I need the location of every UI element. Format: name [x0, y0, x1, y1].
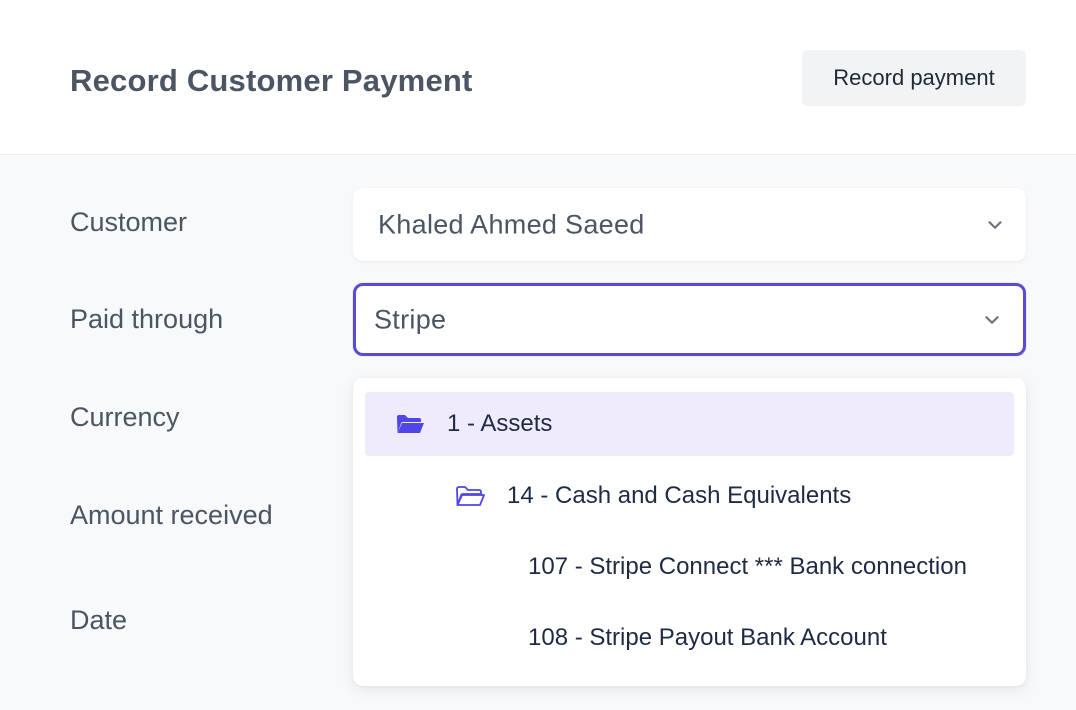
header: Record Customer Payment Record payment	[0, 0, 1076, 155]
dropdown-option-label: 107 - Stripe Connect *** Bank connection	[528, 553, 967, 580]
dropdown-option-assets[interactable]: 1 - Assets	[365, 392, 1014, 456]
record-payment-card: Record Customer Payment Record payment C…	[0, 0, 1076, 710]
chevron-down-icon	[988, 220, 1002, 229]
paid-through-select[interactable]: Stripe	[353, 283, 1026, 356]
customer-label: Customer	[70, 207, 188, 237]
amount-received-label: Amount received	[70, 500, 273, 530]
dropdown-option-label: 108 - Stripe Payout Bank Account	[528, 624, 887, 651]
dropdown-option-label: 14 - Cash and Cash Equivalents	[507, 482, 852, 509]
record-payment-button[interactable]: Record payment	[802, 50, 1026, 106]
paid-through-dropdown: 1 - Assets 14 - Cash and Cash Equivalent…	[353, 378, 1026, 686]
page-title: Record Customer Payment	[70, 63, 473, 98]
currency-label: Currency	[70, 402, 180, 432]
dropdown-option-stripe-connect[interactable]: 107 - Stripe Connect *** Bank connection	[528, 535, 967, 599]
customer-select-value: Khaled Ahmed Saeed	[378, 209, 645, 239]
paid-through-select-value: Stripe	[374, 304, 447, 334]
chevron-down-icon	[985, 315, 999, 324]
paid-through-label: Paid through	[70, 304, 224, 334]
customer-select[interactable]: Khaled Ahmed Saeed	[353, 188, 1026, 261]
dropdown-option-label: 1 - Assets	[447, 410, 553, 437]
date-label: Date	[70, 605, 128, 635]
folder-open-icon	[397, 415, 424, 433]
dropdown-option-cash[interactable]: 14 - Cash and Cash Equivalents	[455, 464, 851, 528]
dropdown-option-stripe-payout[interactable]: 108 - Stripe Payout Bank Account	[528, 606, 887, 670]
folder-open-icon	[456, 486, 485, 506]
